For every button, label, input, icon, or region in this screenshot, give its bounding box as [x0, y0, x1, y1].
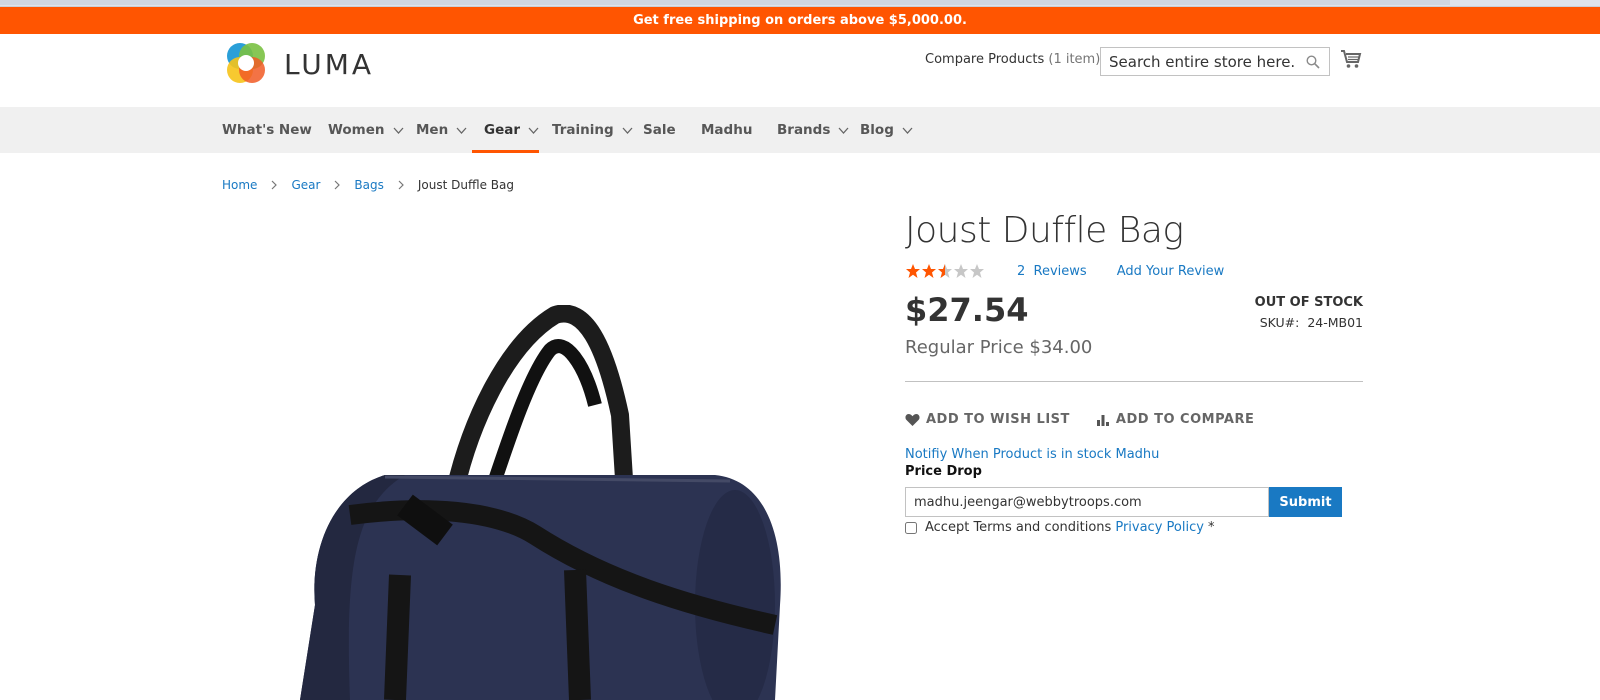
nav-item-sale[interactable]: Sale	[643, 107, 676, 153]
product-title: Joust Duffle Bag	[905, 210, 1184, 251]
nav-label: Men	[416, 122, 449, 138]
nav-item-women[interactable]: Women	[328, 107, 404, 153]
final-price: $27.54	[905, 291, 1029, 329]
regular-price-label: Regular Price	[905, 337, 1024, 358]
main-navigation: What's New Women Men Gear Training Sale …	[0, 107, 1600, 153]
chevron-down-icon	[622, 127, 633, 134]
luma-logo-icon	[227, 43, 265, 83]
nav-label: Gear	[484, 122, 521, 138]
price-drop-label: Price Drop	[905, 464, 982, 479]
site-header: LUMA Compare Products (1 item)	[0, 34, 1600, 107]
nav-label: What's New	[222, 122, 312, 138]
heart-icon	[905, 413, 920, 426]
notify-stock-link[interactable]: Notifiy When Product is in stock Madhu	[905, 447, 1363, 462]
terms-row: Accept Terms and conditions Privacy Poli…	[905, 520, 1363, 535]
logo[interactable]: LUMA	[222, 39, 374, 89]
star-icon	[906, 264, 920, 278]
price-drop-form: Submit	[905, 487, 1363, 517]
stock-status: Out of stock	[1254, 295, 1363, 310]
nav-label: Sale	[643, 122, 676, 138]
search-icon[interactable]	[1306, 55, 1320, 69]
nav-item-madhu[interactable]: Madhu	[701, 107, 752, 153]
breadcrumb-home[interactable]: Home	[222, 178, 257, 192]
nav-label: Training	[552, 122, 614, 138]
compare-label: Compare Products	[925, 52, 1045, 67]
add-to-compare-button[interactable]: ADD TO COMPARE	[1096, 412, 1254, 427]
divider	[905, 381, 1363, 382]
chevron-down-icon	[456, 127, 467, 134]
chevron-down-icon	[528, 127, 539, 134]
compare-count: (1 item)	[1048, 52, 1101, 67]
nav-item-brands[interactable]: Brands	[777, 107, 849, 153]
chevron-down-icon	[393, 127, 404, 134]
browser-tab-strip	[0, 0, 1450, 5]
breadcrumb: Home Gear Bags Joust Duffle Bag	[222, 178, 514, 192]
chevron-right-icon	[334, 180, 341, 190]
nav-item-gear[interactable]: Gear	[471, 107, 540, 153]
price-box: $27.54 Regular Price $34.00 Out of stock…	[905, 291, 1363, 371]
chevron-down-icon	[838, 127, 849, 134]
search-input[interactable]	[1101, 48, 1296, 75]
cart-icon[interactable]	[1340, 48, 1362, 70]
required-mark: *	[1207, 520, 1215, 535]
email-field[interactable]	[905, 487, 1269, 517]
chevron-right-icon	[398, 180, 404, 190]
sku-value: 24-MB01	[1307, 315, 1363, 330]
nav-item-training[interactable]: Training	[552, 107, 633, 153]
star-icon	[970, 264, 984, 278]
promo-banner: Get free shipping on orders above $5,000…	[0, 7, 1600, 34]
star-icon	[954, 264, 968, 278]
nav-label: Women	[328, 122, 385, 138]
wishlist-label: ADD TO WISH LIST	[926, 412, 1070, 427]
search-box	[1100, 47, 1330, 76]
star-icon	[922, 264, 936, 278]
browser-top-strip	[0, 0, 1600, 7]
product-social-links: ADD TO WISH LIST ADD TO COMPARE	[905, 412, 1363, 427]
rating-stars	[905, 263, 987, 279]
half-star-icon	[938, 264, 952, 278]
add-review-link[interactable]: Add Your Review	[1117, 264, 1225, 279]
privacy-policy-link[interactable]: Privacy Policy	[1115, 520, 1204, 535]
breadcrumb-bags[interactable]: Bags	[354, 178, 383, 192]
nav-item-blog[interactable]: Blog	[860, 107, 913, 153]
nav-label: Blog	[860, 122, 894, 138]
chevron-right-icon	[272, 180, 278, 190]
nav-item-whats-new[interactable]: What's New	[222, 107, 312, 153]
reviews-link[interactable]: 2 Reviews	[1017, 264, 1087, 279]
rating-summary: 2 Reviews Add Your Review	[905, 263, 1363, 279]
nav-label: Brands	[777, 122, 831, 138]
compare-icon	[1096, 414, 1109, 426]
logo-text: LUMA	[284, 47, 375, 81]
submit-button[interactable]: Submit	[1269, 487, 1342, 517]
sku: SKU#: 24-MB01	[1260, 315, 1363, 330]
reviews-count: 2	[1017, 263, 1026, 279]
breadcrumb-current: Joust Duffle Bag	[417, 178, 514, 192]
terms-label: Accept Terms and conditions	[925, 520, 1112, 535]
terms-checkbox[interactable]	[905, 521, 917, 534]
compare-action-label: ADD TO COMPARE	[1115, 412, 1255, 427]
nav-item-men[interactable]: Men	[416, 107, 467, 153]
product-image[interactable]	[295, 305, 795, 700]
nav-label: Madhu	[701, 122, 753, 138]
reviews-label: Reviews	[1033, 263, 1087, 279]
chevron-down-icon	[902, 127, 913, 134]
sku-label: SKU#:	[1259, 315, 1300, 330]
promo-text: Get free shipping on orders above $5,000…	[633, 13, 967, 28]
compare-products-link[interactable]: Compare Products (1 item)	[925, 52, 1100, 67]
add-to-wishlist-button[interactable]: ADD TO WISH LIST	[905, 412, 1070, 427]
breadcrumb-gear[interactable]: Gear	[291, 178, 320, 192]
regular-price: Regular Price $34.00	[905, 337, 1092, 358]
product-info: Joust Duffle Bag 2 Reviews Add Your Revi…	[905, 210, 1363, 535]
regular-price-value: $34.00	[1029, 337, 1093, 358]
